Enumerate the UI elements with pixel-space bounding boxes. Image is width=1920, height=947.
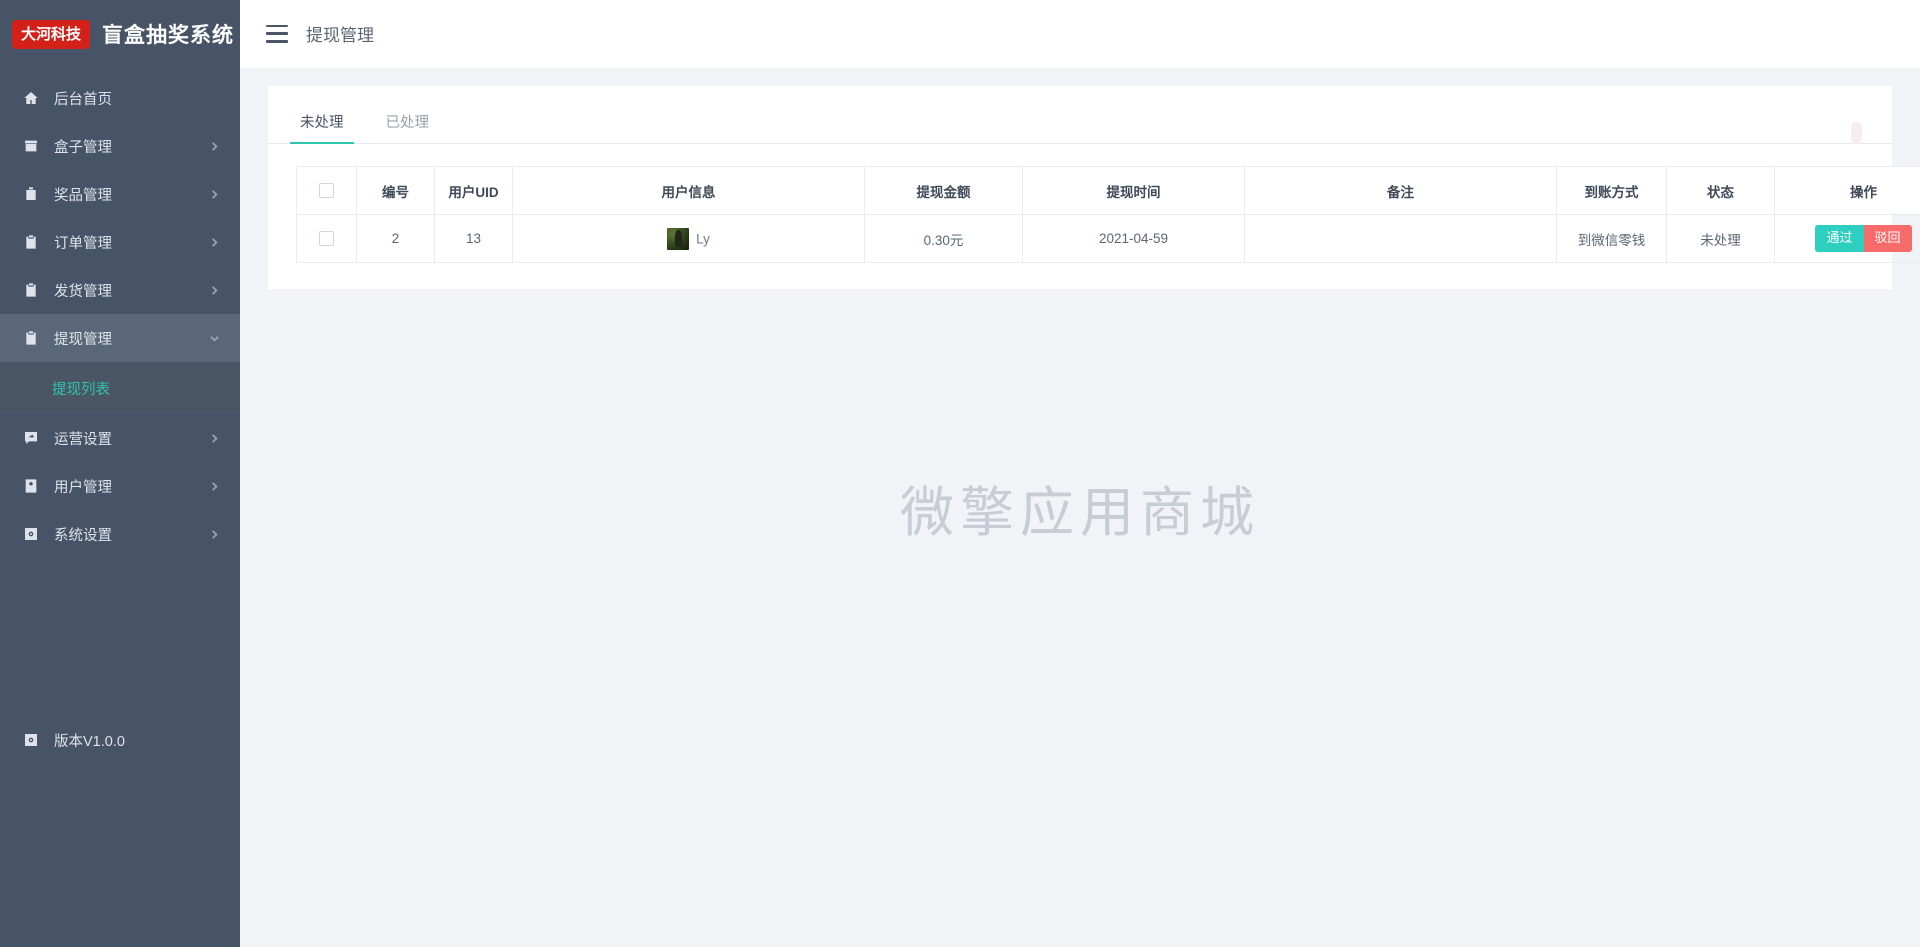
- gift-icon: [22, 185, 40, 203]
- hamburger-icon[interactable]: [266, 24, 288, 43]
- version-label: 版本V1.0.0: [54, 733, 125, 750]
- cell-status: 未处理: [1666, 214, 1775, 263]
- chevron-right-icon: [208, 284, 220, 296]
- box-icon: [22, 137, 40, 155]
- user-name: Ly: [696, 231, 710, 246]
- col-id: 编号: [356, 166, 435, 215]
- tab-label: 未处理: [300, 115, 344, 131]
- select-all-checkbox[interactable]: [319, 183, 334, 199]
- clipboard-icon: [22, 329, 40, 347]
- brand-logo-badge: 大河科技: [12, 19, 91, 49]
- sidebar-item-box-management[interactable]: 盒子管理: [0, 122, 240, 170]
- sidebar-item-label: 奖品管理: [54, 187, 112, 204]
- col-amount: 提现金额: [864, 166, 1023, 215]
- sidebar-item-user-management[interactable]: 用户管理: [0, 462, 240, 510]
- chevron-right-icon: [208, 92, 220, 104]
- col-operations: 操作: [1774, 166, 1920, 215]
- sidebar-item-label: 盒子管理: [54, 139, 112, 156]
- row-checkbox[interactable]: [319, 231, 334, 247]
- top-bar: 提现管理: [240, 0, 1920, 68]
- select-all-header: [296, 166, 357, 215]
- sidebar-nav: 后台首页 盒子管理 奖品管理 订单管理 发货管理 提现管理 提现列表 运营设置 …: [0, 68, 240, 558]
- table-header-row: 编号 用户UID 用户信息 提现金额 提现时间 备注 到账方式 状态 操作: [296, 166, 1920, 215]
- chevron-right-icon: [208, 188, 220, 200]
- cell-pay-method: 到微信零钱: [1556, 214, 1667, 263]
- clipboard-icon: [22, 281, 40, 299]
- tab-unprocessed[interactable]: 未处理: [290, 111, 353, 144]
- cell-uid: 13: [434, 214, 513, 263]
- cell-operations: 通过 驳回: [1774, 214, 1920, 263]
- col-remark: 备注: [1244, 166, 1557, 215]
- sidebar: 大河科技 盲盒抽奖系统 后台首页 盒子管理 奖品管理 订单管理 发货管理 提现管…: [0, 0, 240, 947]
- page-title: 提现管理: [306, 26, 374, 45]
- sidebar-item-home[interactable]: 后台首页: [0, 74, 240, 122]
- tab-bar: 未处理 已处理: [268, 86, 1892, 144]
- row-select-cell: [296, 214, 357, 263]
- approve-button[interactable]: 通过: [1815, 225, 1864, 252]
- sidebar-item-label: 订单管理: [54, 235, 112, 252]
- table-body: 2 13 Ly 0.30元 2021-04-59 到微信零钱 未处理 通过 驳回: [296, 214, 1920, 263]
- sidebar-version: 版本V1.0.0: [0, 716, 240, 764]
- clipboard-icon: [22, 233, 40, 251]
- chevron-right-icon: [208, 236, 220, 248]
- home-icon: [22, 89, 40, 107]
- cell-amount: 0.30元: [864, 214, 1023, 263]
- scroll-indicator[interactable]: [1851, 122, 1862, 144]
- avatar: [667, 227, 690, 250]
- cell-id: 2: [356, 214, 435, 263]
- sidebar-item-prize-management[interactable]: 奖品管理: [0, 170, 240, 218]
- cell-time: 2021-04-59: [1022, 214, 1245, 263]
- hamburger-line: [266, 24, 288, 28]
- sidebar-item-withdraw-management[interactable]: 提现管理: [0, 314, 240, 362]
- withdraw-table: 编号 用户UID 用户信息 提现金额 提现时间 备注 到账方式 状态 操作 2 …: [296, 166, 1920, 263]
- cell-remark: [1244, 214, 1557, 263]
- sidebar-item-label: 运营设置: [54, 431, 112, 448]
- sidebar-item-label: 提现管理: [54, 331, 112, 348]
- sidebar-item-label: 后台首页: [54, 91, 112, 108]
- chevron-right-icon: [208, 528, 220, 540]
- chevron-down-icon: [208, 332, 220, 344]
- sidebar-item-label: 用户管理: [54, 479, 112, 496]
- sidebar-item-operation-settings[interactable]: 运营设置: [0, 414, 240, 462]
- gear-icon: [22, 731, 40, 749]
- table-row: 2 13 Ly 0.30元 2021-04-59 到微信零钱 未处理 通过 驳回: [296, 214, 1920, 263]
- col-pay-method: 到账方式: [1556, 166, 1667, 215]
- col-user-info: 用户信息: [512, 166, 865, 215]
- tab-label: 已处理: [385, 115, 430, 131]
- sidebar-item-order-management[interactable]: 订单管理: [0, 218, 240, 266]
- pencil-square-icon: [22, 429, 40, 447]
- table-head: 编号 用户UID 用户信息 提现金额 提现时间 备注 到账方式 状态 操作: [296, 166, 1920, 215]
- tab-processed[interactable]: 已处理: [382, 111, 434, 143]
- col-status: 状态: [1666, 166, 1775, 215]
- chevron-right-icon: [208, 480, 220, 492]
- sidebar-subitem-label: 提现列表: [52, 381, 110, 398]
- sidebar-item-label: 系统设置: [54, 527, 112, 544]
- main-area: 提现管理 微擎应用商城 未处理 已处理 编号 用户UID 用户信息 提现金额 提…: [240, 0, 1920, 947]
- sidebar-subitem-withdraw-list[interactable]: 提现列表: [0, 362, 240, 414]
- hamburger-line: [266, 39, 288, 43]
- col-uid: 用户UID: [434, 166, 513, 215]
- sidebar-item-system-settings[interactable]: 系统设置: [0, 510, 240, 558]
- chevron-right-icon: [208, 432, 220, 444]
- withdraw-card: 未处理 已处理 编号 用户UID 用户信息 提现金额 提现时间 备注 到账方式 …: [268, 86, 1920, 289]
- sidebar-item-shipping-management[interactable]: 发货管理: [0, 266, 240, 314]
- table-container: 编号 用户UID 用户信息 提现金额 提现时间 备注 到账方式 状态 操作 2 …: [268, 122, 1920, 263]
- app-root: 大河科技 盲盒抽奖系统 后台首页 盒子管理 奖品管理 订单管理 发货管理 提现管…: [0, 0, 1920, 947]
- sidebar-item-label: 发货管理: [54, 283, 112, 300]
- reject-button[interactable]: 驳回: [1863, 225, 1912, 252]
- hamburger-line: [266, 32, 288, 35]
- user-icon: [22, 477, 40, 495]
- content-region: 微擎应用商城 未处理 已处理 编号 用户UID 用户信息 提现金额 提现时间 备…: [240, 68, 1920, 947]
- brand-title: 盲盒抽奖系统: [102, 24, 235, 47]
- gear-icon: [22, 525, 40, 543]
- col-time: 提现时间: [1022, 166, 1245, 215]
- brand-header: 大河科技 盲盒抽奖系统: [0, 0, 240, 68]
- sidebar-submenu-withdraw: 提现列表: [0, 362, 240, 414]
- cell-user-info: Ly: [512, 214, 865, 263]
- chevron-right-icon: [208, 140, 220, 152]
